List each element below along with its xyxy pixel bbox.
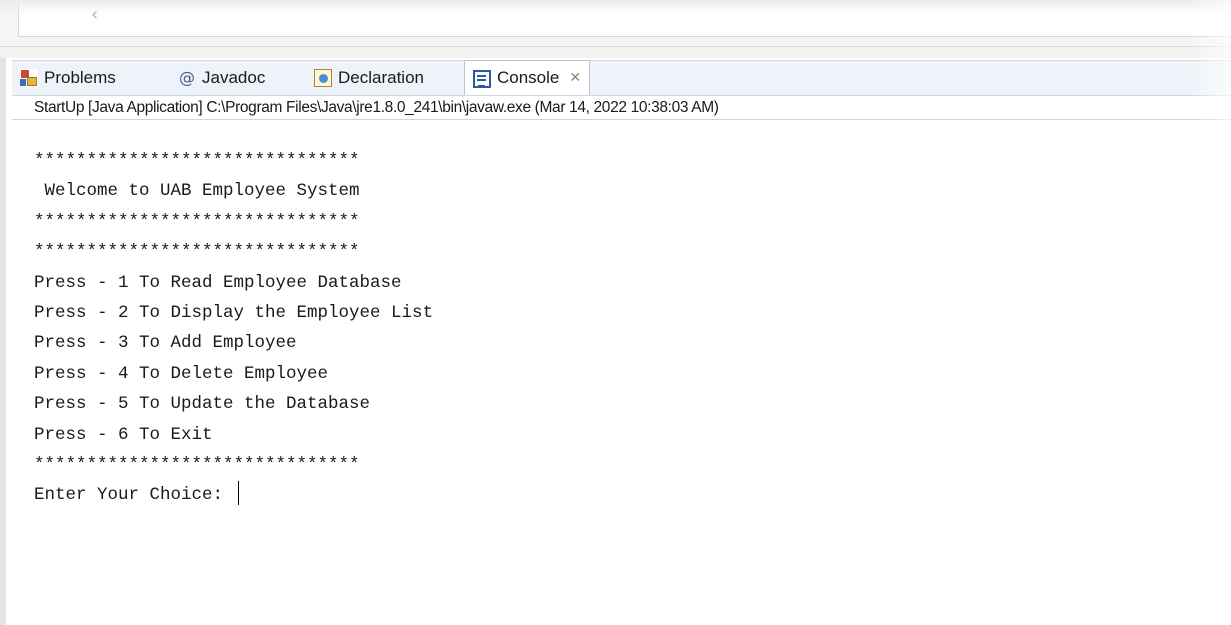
text-cursor xyxy=(237,481,239,506)
top-shadow xyxy=(0,0,1231,14)
console-text: ******************************* Welcome … xyxy=(34,146,433,511)
close-icon[interactable]: ✕ xyxy=(569,70,581,86)
problems-icon xyxy=(20,69,38,87)
tab-declaration[interactable]: Declaration xyxy=(314,61,424,95)
tab-javadoc[interactable]: @ Javadoc xyxy=(178,61,265,95)
tab-declaration-label: Declaration xyxy=(338,68,424,87)
tab-console[interactable]: Console ✕ xyxy=(464,60,591,95)
tab-javadoc-label: Javadoc xyxy=(202,68,266,87)
console-line: Welcome to UAB Employee System xyxy=(34,181,360,202)
console-line: Press - 3 To Add Employee xyxy=(34,333,297,354)
eclipse-window: ‹ Problems @ Javadoc Declaration Console… xyxy=(0,0,1231,625)
tab-problems-label: Problems xyxy=(44,68,116,87)
console-line: Press - 5 To Update the Database xyxy=(34,394,371,415)
console-input-line[interactable]: Enter Your Choice: xyxy=(34,480,433,510)
console-line: ******************************* xyxy=(34,242,360,263)
console-icon xyxy=(473,69,491,88)
editor-area: ‹ xyxy=(0,0,1231,47)
javadoc-at-icon: @ xyxy=(179,68,195,87)
console-line: Press - 4 To Delete Employee xyxy=(34,363,329,384)
console-output[interactable]: ******************************* Welcome … xyxy=(12,122,1231,625)
tab-console-label: Console xyxy=(497,68,560,87)
console-line: ******************************* xyxy=(34,454,360,475)
console-line: ******************************* xyxy=(34,211,360,232)
console-line: Press - 6 To Exit xyxy=(34,424,213,445)
input-prompt: Enter Your Choice: xyxy=(34,485,234,506)
tab-problems[interactable]: Problems xyxy=(20,61,116,95)
console-line: Press - 1 To Read Employee Database xyxy=(34,272,402,293)
view-tab-bar: Problems @ Javadoc Declaration Console ✕ xyxy=(12,60,1231,96)
console-line: ******************************* xyxy=(34,151,360,171)
process-description: StartUp [Java Application] C:\Program Fi… xyxy=(12,96,1231,120)
console-line: Press - 2 To Display the Employee List xyxy=(34,302,434,323)
declaration-icon xyxy=(314,69,332,87)
